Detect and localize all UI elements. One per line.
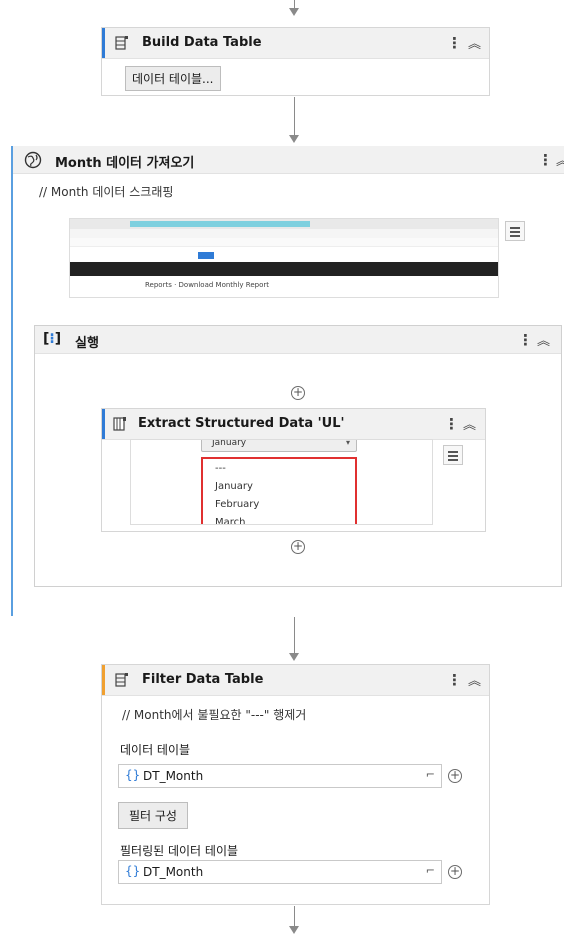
kebab-menu-icon[interactable]: ⋮ <box>447 671 462 689</box>
screenshot-caption: Reports · Download Monthly Report <box>145 281 270 289</box>
sequence-comment: // Month 데이터 스크래핑 <box>39 185 174 199</box>
activity-title: Filter Data Table <box>142 672 264 687</box>
do-sequence[interactable]: [⁝] 실행 ⋮ ︽ + Extract Structured Data 'UL… <box>34 325 562 587</box>
activity-header[interactable]: Build Data Table ⋮ ︽ <box>102 28 489 59</box>
field-value: DT_Month <box>143 865 204 879</box>
expression-brace-icon: {} <box>125 768 141 782</box>
filter-data-table-activity[interactable]: Filter Data Table ⋮ ︽ // Month에서 불필요한 "-… <box>101 664 490 905</box>
collapse-icon[interactable]: ︽ <box>468 670 481 689</box>
connector-line <box>294 617 295 655</box>
data-table-icon <box>115 36 128 50</box>
browser-addressbar <box>70 229 498 238</box>
add-activity-icon[interactable]: + <box>291 540 305 554</box>
highlighted-list: --- January February March <box>201 457 357 525</box>
connector-line <box>294 97 295 137</box>
month-dropdown: January ▾ <box>201 439 357 452</box>
kebab-menu-icon[interactable]: ⋮ <box>518 331 533 349</box>
input-datatable-label: 데이터 테이블 <box>120 743 191 757</box>
extract-preview-image[interactable]: January ▾ --- January February March <box>130 439 433 525</box>
kebab-menu-icon[interactable]: ⋮ <box>447 34 462 52</box>
sequence-header[interactable]: Month 데이터 가져오기 ⋮ ︽ <box>13 146 564 174</box>
build-data-table-activity[interactable]: Build Data Table ⋮ ︽ 데이터 테이블... <box>101 27 490 96</box>
field-value: DT_Month <box>143 769 204 783</box>
connector-arrow-icon <box>289 135 299 143</box>
extract-data-icon <box>113 417 126 431</box>
chevron-down-icon: ▾ <box>345 439 350 447</box>
dropdown-selected: January <box>212 439 247 448</box>
collapse-icon[interactable]: ︽ <box>556 150 564 169</box>
expression-brace-icon: {} <box>125 864 141 878</box>
add-variable-icon[interactable]: + <box>448 865 462 879</box>
list-item: January <box>215 481 253 492</box>
connector-arrow-icon <box>289 926 299 934</box>
month-sequence[interactable]: Month 데이터 가져오기 ⋮ ︽ // Month 데이터 스크래핑 Rep… <box>11 146 564 616</box>
hamburger-menu-icon[interactable] <box>505 221 525 241</box>
browser-active-tab <box>130 221 310 227</box>
sequence-bracket-icon: [⁝] <box>43 331 62 347</box>
list-item: February <box>215 499 260 510</box>
connector-arrow-icon <box>289 8 299 16</box>
expand-editor-icon[interactable]: ⌐ <box>426 864 435 877</box>
data-table-editor-button[interactable]: 데이터 테이블... <box>125 66 221 91</box>
accent-bar <box>102 665 105 695</box>
activity-header[interactable]: Extract Structured Data 'UL' ⋮ ︽ <box>102 409 485 440</box>
activity-header[interactable]: Filter Data Table ⋮ ︽ <box>102 665 489 696</box>
sequence-header[interactable]: [⁝] 실행 ⋮ ︽ <box>35 326 561 354</box>
connector-line <box>294 0 295 8</box>
collapse-icon[interactable]: ︽ <box>463 414 476 433</box>
site-navbar <box>70 262 498 276</box>
output-datatable-field[interactable]: {} DT_Month ⌐ <box>118 860 442 884</box>
sequence-title: 실행 <box>75 336 99 351</box>
sequence-title: Month 데이터 가져오기 <box>55 156 195 171</box>
activity-title: Extract Structured Data 'UL' <box>138 416 345 431</box>
add-activity-icon[interactable]: + <box>291 386 305 400</box>
collapse-icon[interactable]: ︽ <box>537 330 550 349</box>
list-item: --- <box>215 463 226 474</box>
browser-button <box>198 252 214 259</box>
output-datatable-label: 필터링된 데이터 테이블 <box>120 844 239 858</box>
list-item: March <box>215 517 246 525</box>
hamburger-menu-icon[interactable] <box>443 445 463 465</box>
accent-bar <box>102 409 105 439</box>
kebab-menu-icon[interactable]: ⋮ <box>538 151 553 169</box>
extract-structured-data-activity[interactable]: Extract Structured Data 'UL' ⋮ ︽ January… <box>101 408 486 532</box>
globe-icon <box>24 151 42 169</box>
input-datatable-field[interactable]: {} DT_Month ⌐ <box>118 764 442 788</box>
informative-screenshot[interactable]: Reports · Download Monthly Report <box>69 218 499 298</box>
connector-line <box>294 906 295 928</box>
kebab-menu-icon[interactable]: ⋮ <box>444 415 459 433</box>
connector-arrow-icon <box>289 653 299 661</box>
add-variable-icon[interactable]: + <box>448 769 462 783</box>
activity-comment: // Month에서 불필요한 "---" 행제거 <box>122 708 307 722</box>
browser-bookmarks <box>70 238 498 247</box>
accent-bar <box>102 28 105 58</box>
data-table-icon <box>115 673 128 687</box>
activity-title: Build Data Table <box>142 35 262 50</box>
expand-editor-icon[interactable]: ⌐ <box>426 768 435 781</box>
collapse-icon[interactable]: ︽ <box>468 33 481 52</box>
configure-filter-button[interactable]: 필터 구성 <box>118 802 188 829</box>
